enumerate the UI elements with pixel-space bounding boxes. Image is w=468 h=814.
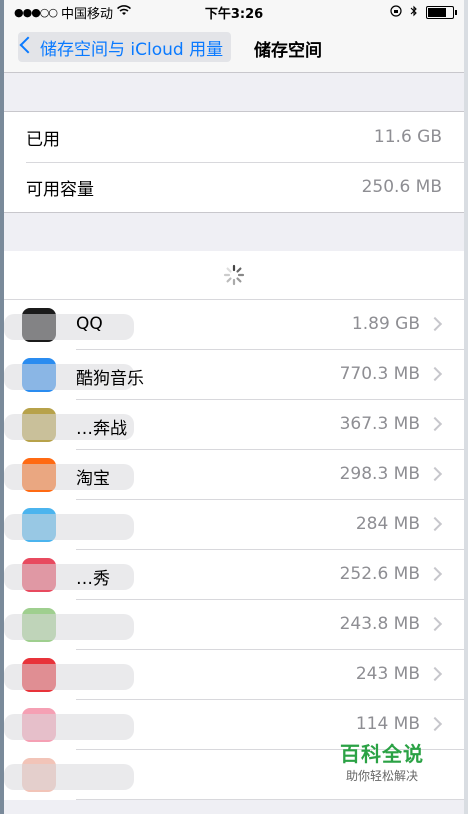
app-size: 367.3 MB [339,414,420,434]
app-row[interactable]: 284 MB [4,500,464,550]
app-row[interactable]: 酷狗音乐 770.3 MB [4,350,464,400]
app-size: 1.89 GB [351,314,420,334]
loading-row [4,251,464,300]
battery-fill [428,7,447,17]
app-size: 243.8 MB [339,614,420,634]
used-label: 已用 [26,129,60,150]
chevron-right-icon [427,716,443,732]
app-name: …奔战 [76,419,127,439]
app-row[interactable]: 243 MB [4,650,464,700]
app-name: …秀 [76,569,110,589]
app-name: 淘宝 [76,469,110,489]
screen-edge-right [464,0,468,814]
app-size: 243 MB [355,664,420,684]
privacy-blur [4,514,134,540]
app-list: QQ 1.89 GB 酷狗音乐 770.3 MB …奔战 367.3 MB 淘宝 298.3 … [4,300,464,800]
available-label: 可用容量 [26,179,94,200]
app-name: QQ [76,314,103,334]
app-row[interactable]: QQ 1.89 GB [4,300,464,350]
app-size: 114 MB [355,714,420,734]
orientation-lock-icon [390,4,402,20]
app-size: 298.3 MB [339,464,420,484]
privacy-blur [4,614,134,640]
app-name: 酷狗音乐 [76,369,144,389]
section-gap [4,213,464,251]
privacy-blur [4,714,134,740]
chevron-right-icon [427,316,443,332]
available-row: 可用容量 250.6 MB [4,162,464,212]
screen: ●●●○○ 中国移动 下午3:26 储存空间与 iCloud 用量 储存空间 已… [4,0,464,814]
watermark: 百科全说 助你轻松解决 [340,738,424,784]
page-title: 储存空间 [254,41,322,61]
chevron-right-icon [427,366,443,382]
storage-summary-group: 已用 11.6 GB 可用容量 250.6 MB [4,111,464,213]
app-size: 252.6 MB [339,564,420,584]
chevron-right-icon [427,516,443,532]
chevron-right-icon [427,416,443,432]
privacy-blur [4,314,134,340]
back-button[interactable]: 储存空间与 iCloud 用量 [18,32,232,62]
app-row[interactable]: …奔战 367.3 MB [4,400,464,450]
watermark-title: 百科全说 [340,742,424,766]
app-row[interactable]: …秀 252.6 MB [4,550,464,600]
privacy-blur [4,764,134,790]
app-row[interactable]: 243.8 MB [4,600,464,650]
battery-icon [426,5,457,19]
privacy-blur [4,464,134,490]
watermark-subtitle: 助你轻松解决 [345,769,418,783]
chevron-right-icon [427,466,443,482]
status-right [390,4,457,20]
privacy-blur [4,564,134,590]
status-bar: ●●●○○ 中国移动 下午3:26 [4,0,464,24]
chevron-right-icon [427,616,443,632]
app-row[interactable]: 淘宝 298.3 MB [4,450,464,500]
navigation-bar: 储存空间与 iCloud 用量 储存空间 [4,24,464,73]
used-row: 已用 11.6 GB [4,112,464,162]
section-gap [4,73,464,111]
available-value: 250.6 MB [361,177,442,197]
back-button-label: 储存空间与 iCloud 用量 [40,39,224,60]
chevron-left-icon [19,36,37,54]
bluetooth-icon [410,5,418,20]
chevron-right-icon [427,666,443,682]
loading-spinner-icon [223,264,245,286]
app-size: 770.3 MB [339,364,420,384]
privacy-blur [4,664,134,690]
chevron-right-icon [427,566,443,582]
used-value: 11.6 GB [373,127,442,147]
app-size: 284 MB [355,514,420,534]
